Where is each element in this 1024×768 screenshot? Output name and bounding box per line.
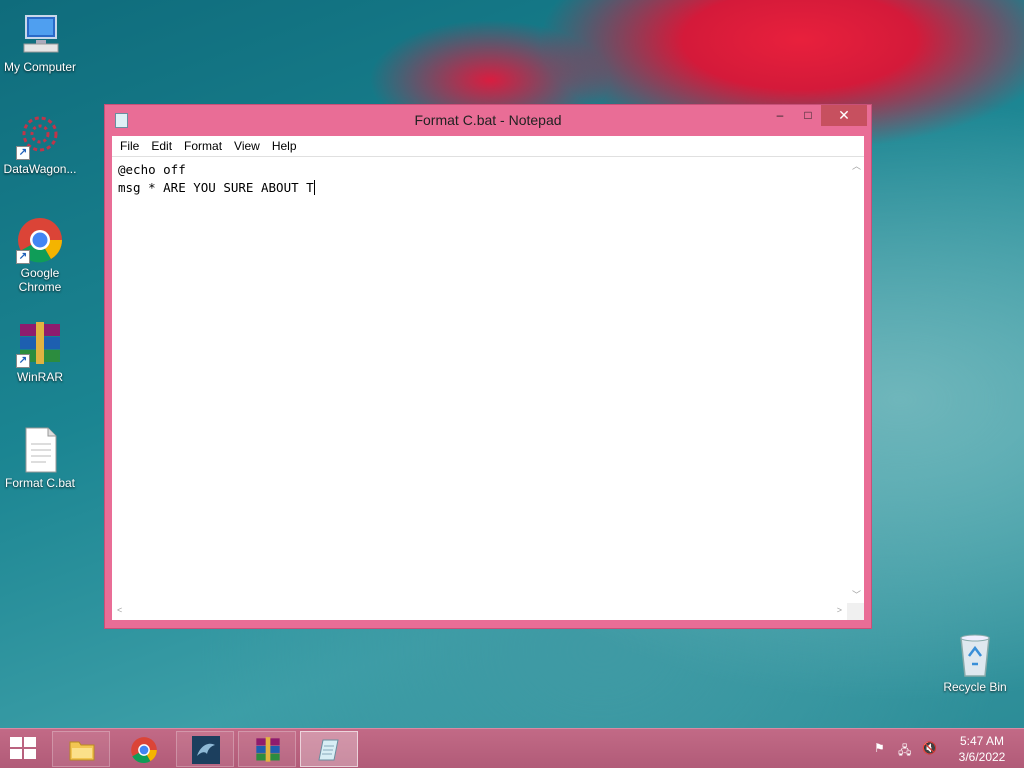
editor-text[interactable]: @echo off msg * ARE YOU SURE ABOUT T [118, 161, 846, 602]
editor-line-2-text: msg * ARE YOU SURE ABOUT T [118, 180, 314, 195]
menu-help[interactable]: Help [266, 139, 303, 153]
menu-file[interactable]: File [114, 139, 145, 153]
taskbar-chrome[interactable] [114, 731, 172, 767]
recycle-bin-icon [951, 630, 999, 678]
close-button[interactable]: ✕ [821, 105, 867, 126]
text-caret [313, 180, 315, 195]
vertical-scrollbar[interactable]: ︿ ﹀ [847, 157, 864, 603]
menu-format[interactable]: Format [178, 139, 228, 153]
menu-bar: File Edit Format View Help [112, 136, 864, 156]
scroll-right-icon[interactable]: > [837, 605, 842, 615]
notepad-window[interactable]: Format C.bat - Notepad – □ ✕ File Edit F… [104, 104, 872, 629]
desktop-icon-winrar[interactable]: ↗ WinRAR [0, 320, 80, 384]
desktop-icon-my-computer[interactable]: My Computer [0, 10, 80, 74]
shortcut-arrow-icon: ↗ [16, 250, 30, 264]
menu-view[interactable]: View [228, 139, 266, 153]
maximize-button[interactable]: □ [795, 105, 821, 126]
scroll-down-icon[interactable]: ﹀ [852, 588, 861, 601]
taskbar: ⚑ 🖧 🔇 5:47 AM 3/6/2022 [0, 728, 1024, 768]
desktop-icon-google-chrome[interactable]: ↗ Google Chrome [0, 216, 80, 294]
network-icon[interactable]: 🖧 [898, 741, 911, 762]
clock-time: 5:47 AM [959, 734, 1005, 748]
shortcut-arrow-icon: ↗ [16, 146, 30, 160]
taskbar-winrar[interactable] [238, 731, 296, 767]
action-center-flag-icon[interactable]: ⚑ [874, 741, 885, 755]
menu-edit[interactable]: Edit [145, 139, 178, 153]
desktop-icon-label: Google Chrome [18, 266, 62, 294]
start-button[interactable] [10, 737, 38, 761]
taskbar-notepad[interactable] [300, 731, 358, 767]
clock-date: 3/6/2022 [958, 750, 1006, 764]
scroll-up-icon[interactable]: ︿ [852, 159, 861, 172]
minimize-button[interactable]: – [767, 105, 793, 126]
shortcut-arrow-icon: ↗ [16, 354, 30, 368]
winrar-icon: ↗ [16, 320, 64, 368]
computer-icon [16, 10, 64, 58]
desktop-icon-datawagon[interactable]: ↗ DataWagon... [0, 112, 80, 176]
taskbar-database-tool[interactable] [176, 731, 234, 767]
dolphin-icon [192, 736, 220, 764]
winrar-icon [254, 736, 282, 764]
horizontal-scrollbar[interactable]: < > [112, 603, 847, 620]
editor-line-1: @echo off [118, 162, 186, 177]
batch-file-icon [16, 426, 64, 474]
taskbar-file-explorer[interactable] [52, 731, 110, 767]
folder-icon [68, 736, 96, 764]
title-bar[interactable]: Format C.bat - Notepad – □ ✕ [105, 105, 871, 136]
window-client: File Edit Format View Help @echo off msg … [112, 136, 864, 620]
system-clock[interactable]: 5:47 AM 3/6/2022 [950, 733, 1014, 765]
notepad-icon [316, 736, 344, 764]
chrome-icon [130, 736, 158, 764]
text-editor[interactable]: @echo off msg * ARE YOU SURE ABOUT T ︿ ﹀ … [112, 156, 864, 620]
desktop-icon-label: DataWagon... [3, 162, 77, 176]
window-title: Format C.bat - Notepad [414, 112, 562, 128]
chrome-icon: ↗ [16, 216, 64, 264]
desktop-icon-label: My Computer [3, 60, 77, 74]
editor-line-2: msg * ARE YOU SURE ABOUT T [118, 179, 846, 197]
datawagon-icon: ↗ [16, 112, 64, 160]
speaker-muted-icon[interactable]: 🔇 [922, 741, 937, 755]
desktop-icon-recycle-bin[interactable]: Recycle Bin [935, 630, 1015, 694]
scroll-left-icon[interactable]: < [117, 605, 122, 615]
desktop-icon-label: WinRAR [16, 370, 63, 384]
desktop-icon-label: Format C.bat [4, 476, 76, 490]
desktop-icon-format-c-bat[interactable]: Format C.bat [0, 426, 80, 490]
desktop-icon-label: Recycle Bin [943, 680, 1007, 694]
scrollbar-corner [847, 603, 864, 620]
